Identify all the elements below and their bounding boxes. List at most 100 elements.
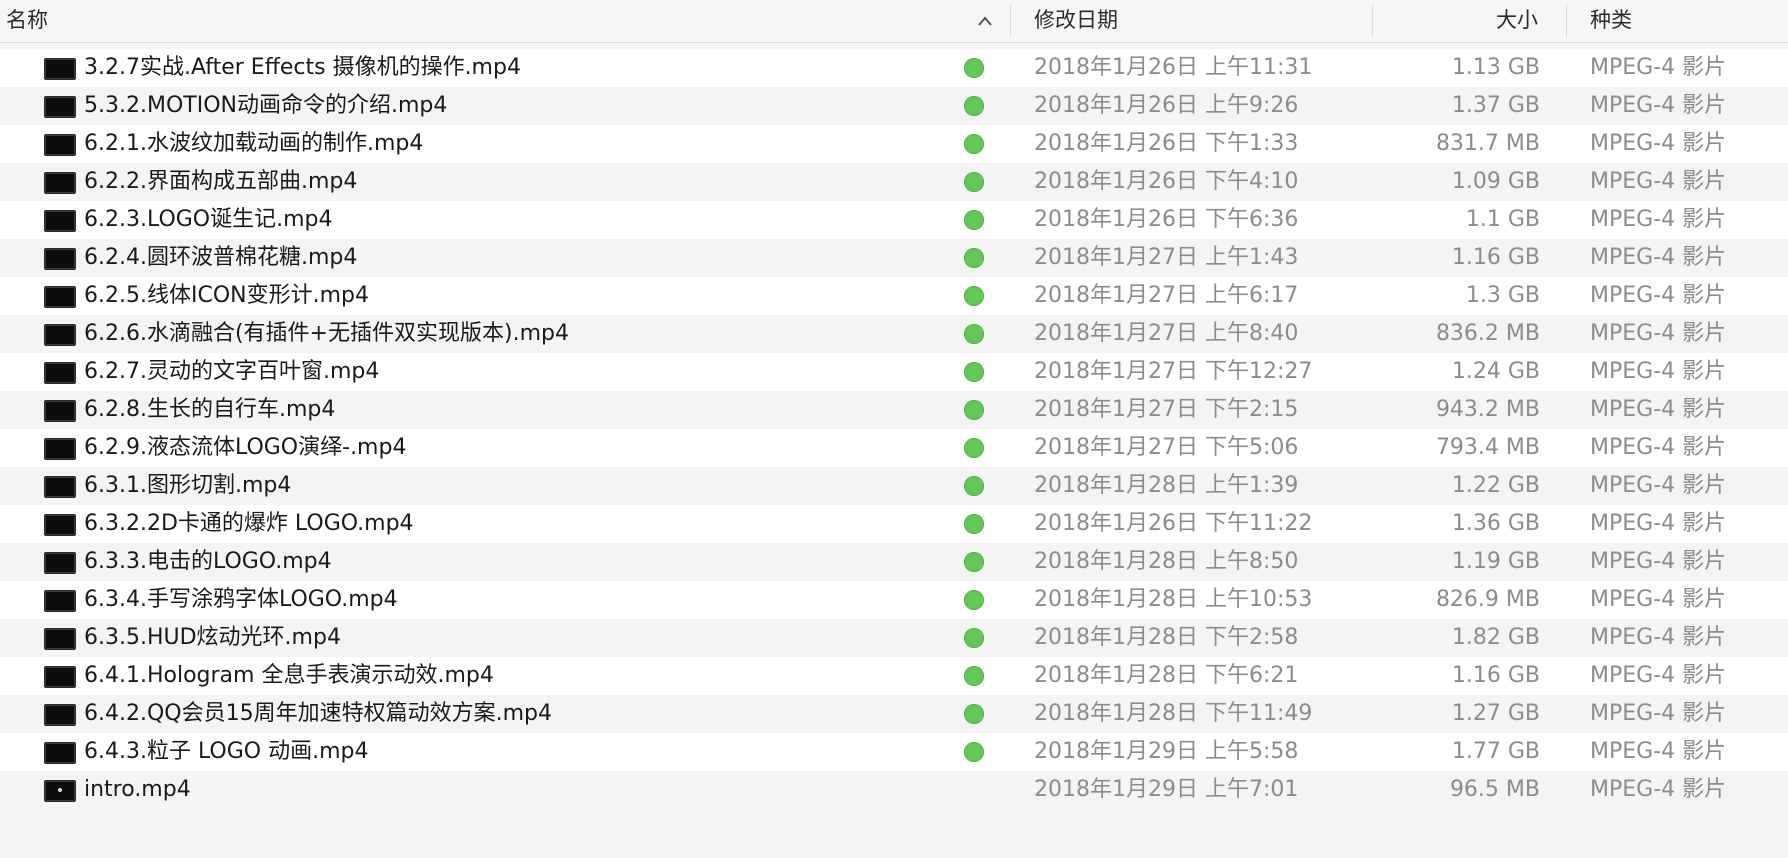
video-file-icon[interactable] xyxy=(44,96,76,118)
green-tag-icon xyxy=(964,704,984,724)
file-date: 2018年1月26日 下午4:10 xyxy=(1034,169,1299,194)
video-file-icon[interactable] xyxy=(44,780,76,802)
green-tag-icon xyxy=(964,58,984,78)
file-row[interactable]: 6.2.9.液态流体LOGO演绎-.mp4 2018年1月27日 下午5:06 79… xyxy=(0,429,1788,467)
green-tag-icon xyxy=(964,324,984,344)
column-separator[interactable] xyxy=(1372,4,1373,38)
video-file-icon[interactable] xyxy=(44,58,76,80)
file-name[interactable]: 6.2.3.LOGO诞生记.mp4 xyxy=(84,201,333,239)
file-row[interactable]: 6.3.2.2D卡通的爆炸 LOGO.mp4 2018年1月26日 下午11:22… xyxy=(0,505,1788,543)
file-kind: MPEG-4 影片 xyxy=(1590,207,1727,232)
green-tag-icon xyxy=(964,210,984,230)
file-size: 1.27 GB xyxy=(1451,701,1540,726)
column-header-name[interactable]: 名称 xyxy=(6,0,48,42)
file-row[interactable]: 6.2.2.界面构成五部曲.mp4 2018年1月26日 下午4:10 1.09 G… xyxy=(0,163,1788,201)
video-file-icon[interactable] xyxy=(44,476,76,498)
file-name[interactable]: intro.mp4 xyxy=(84,771,191,809)
file-row[interactable]: 6.2.8.生长的自行车.mp4 2018年1月27日 下午2:15 943.2 M… xyxy=(0,391,1788,429)
column-header-date[interactable]: 修改日期 xyxy=(1034,0,1118,42)
video-file-icon[interactable] xyxy=(44,324,76,346)
file-name[interactable]: 6.4.1.Hologram 全息手表演示动效.mp4 xyxy=(84,657,494,695)
video-file-icon[interactable] xyxy=(44,286,76,308)
file-date: 2018年1月27日 上午6:17 xyxy=(1034,283,1299,308)
file-row[interactable]: intro.mp4 2018年1月29日 上午7:01 96.5 MB MPEG-4 … xyxy=(0,771,1788,809)
file-name[interactable]: 6.2.9.液态流体LOGO演绎-.mp4 xyxy=(84,429,406,467)
file-name[interactable]: 3.2.7实战.After Effects 摄像机的操作.mp4 xyxy=(84,49,521,87)
file-name[interactable]: 6.2.6.水滴融合(有插件+无插件双实现版本).mp4 xyxy=(84,315,569,353)
chevron-up-icon[interactable] xyxy=(976,13,994,29)
file-name[interactable]: 6.3.1.图形切割.mp4 xyxy=(84,467,291,505)
video-file-icon[interactable] xyxy=(44,742,76,764)
file-date: 2018年1月27日 下午5:06 xyxy=(1034,435,1299,460)
video-file-icon[interactable] xyxy=(44,514,76,536)
file-name[interactable]: 6.2.5.线体ICON变形计.mp4 xyxy=(84,277,369,315)
file-date: 2018年1月28日 下午2:58 xyxy=(1034,625,1299,650)
file-row[interactable]: 6.2.1.水波纹加载动画的制作.mp4 2018年1月26日 下午1:33 831… xyxy=(0,125,1788,163)
file-row[interactable]: 6.2.5.线体ICON变形计.mp4 2018年1月27日 上午6:17 1.3 … xyxy=(0,277,1788,315)
file-size: 826.9 MB xyxy=(1435,587,1540,612)
file-date: 2018年1月27日 下午12:27 xyxy=(1034,359,1313,384)
file-name[interactable]: 6.2.8.生长的自行车.mp4 xyxy=(84,391,335,429)
file-size: 831.7 MB xyxy=(1435,131,1540,156)
file-kind: MPEG-4 影片 xyxy=(1590,169,1727,194)
video-file-icon[interactable] xyxy=(44,210,76,232)
video-file-icon[interactable] xyxy=(44,400,76,422)
video-file-icon[interactable] xyxy=(44,134,76,156)
column-separator[interactable] xyxy=(1566,4,1567,38)
file-name[interactable]: 6.2.2.界面构成五部曲.mp4 xyxy=(84,163,357,201)
file-row[interactable]: 6.3.1.图形切割.mp4 2018年1月28日 上午1:39 1.22 GB MP… xyxy=(0,467,1788,505)
video-file-icon[interactable] xyxy=(44,362,76,384)
file-name[interactable]: 6.3.2.2D卡通的爆炸 LOGO.mp4 xyxy=(84,505,414,543)
video-file-icon[interactable] xyxy=(44,704,76,726)
file-name[interactable]: 5.3.2.MOTION动画命令的介绍.mp4 xyxy=(84,87,447,125)
file-name[interactable]: 6.2.1.水波纹加载动画的制作.mp4 xyxy=(84,125,423,163)
file-row[interactable]: 6.3.3.电击的LOGO.mp4 2018年1月28日 上午8:50 1.19 G… xyxy=(0,543,1788,581)
video-file-icon[interactable] xyxy=(44,628,76,650)
file-size: 1.22 GB xyxy=(1451,473,1540,498)
file-list: 3.2.7实战.After Effects 摄像机的操作.mp4 2018年1月2… xyxy=(0,49,1788,809)
video-file-icon[interactable] xyxy=(44,666,76,688)
column-header-size[interactable]: 大小 xyxy=(1496,0,1538,42)
file-name[interactable]: 6.3.4.手写涂鸦字体LOGO.mp4 xyxy=(84,581,398,619)
column-header-kind[interactable]: 种类 xyxy=(1590,0,1632,42)
green-tag-icon xyxy=(964,666,984,686)
file-name[interactable]: 6.2.7.灵动的文字百叶窗.mp4 xyxy=(84,353,379,391)
video-file-icon[interactable] xyxy=(44,438,76,460)
file-date: 2018年1月28日 上午8:50 xyxy=(1034,549,1299,574)
file-row[interactable]: 3.2.7实战.After Effects 摄像机的操作.mp4 2018年1月2… xyxy=(0,49,1788,87)
file-name[interactable]: 6.3.3.电击的LOGO.mp4 xyxy=(84,543,332,581)
finder-list-view: 名称 修改日期 大小 种类 3.2.7实战.After Effects 摄像机的… xyxy=(0,0,1788,858)
green-tag-icon xyxy=(964,286,984,306)
file-date: 2018年1月26日 下午11:22 xyxy=(1034,511,1313,536)
file-name[interactable]: 6.4.2.QQ会员15周年加速特权篇动效方案.mp4 xyxy=(84,695,552,733)
file-row[interactable]: 6.4.2.QQ会员15周年加速特权篇动效方案.mp4 2018年1月28日 下午… xyxy=(0,695,1788,733)
file-row[interactable]: 6.2.7.灵动的文字百叶窗.mp4 2018年1月27日 下午12:27 1.24… xyxy=(0,353,1788,391)
file-row[interactable]: 6.2.3.LOGO诞生记.mp4 2018年1月26日 下午6:36 1.1 GB… xyxy=(0,201,1788,239)
green-tag-icon xyxy=(964,514,984,534)
file-kind: MPEG-4 影片 xyxy=(1590,625,1727,650)
file-name[interactable]: 6.2.4.圆环波普棉花糖.mp4 xyxy=(84,239,357,277)
file-kind: MPEG-4 影片 xyxy=(1590,663,1727,688)
video-file-icon[interactable] xyxy=(44,590,76,612)
column-separator[interactable] xyxy=(1010,4,1011,38)
file-size: 1.82 GB xyxy=(1451,625,1540,650)
file-row[interactable]: 5.3.2.MOTION动画命令的介绍.mp4 2018年1月26日 上午9:26… xyxy=(0,87,1788,125)
file-row[interactable]: 6.2.4.圆环波普棉花糖.mp4 2018年1月27日 上午1:43 1.16 G… xyxy=(0,239,1788,277)
file-row[interactable]: 6.2.6.水滴融合(有插件+无插件双实现版本).mp4 2018年1月27日 上… xyxy=(0,315,1788,353)
green-tag-icon xyxy=(964,438,984,458)
file-size: 1.09 GB xyxy=(1451,169,1540,194)
file-kind: MPEG-4 影片 xyxy=(1590,359,1727,384)
file-row[interactable]: 6.4.3.粒子 LOGO 动画.mp4 2018年1月29日 上午5:58 1.7… xyxy=(0,733,1788,771)
file-name[interactable]: 6.4.3.粒子 LOGO 动画.mp4 xyxy=(84,733,369,771)
file-name[interactable]: 6.3.5.HUD炫动光环.mp4 xyxy=(84,619,341,657)
file-size: 1.16 GB xyxy=(1451,663,1540,688)
file-kind: MPEG-4 影片 xyxy=(1590,131,1727,156)
file-kind: MPEG-4 影片 xyxy=(1590,587,1727,612)
video-file-icon[interactable] xyxy=(44,552,76,574)
video-file-icon[interactable] xyxy=(44,248,76,270)
file-row[interactable]: 6.3.5.HUD炫动光环.mp4 2018年1月28日 下午2:58 1.82 G… xyxy=(0,619,1788,657)
file-kind: MPEG-4 影片 xyxy=(1590,511,1727,536)
video-file-icon[interactable] xyxy=(44,172,76,194)
file-row[interactable]: 6.4.1.Hologram 全息手表演示动效.mp4 2018年1月28日 下午… xyxy=(0,657,1788,695)
file-row[interactable]: 6.3.4.手写涂鸦字体LOGO.mp4 2018年1月28日 上午10:53 82… xyxy=(0,581,1788,619)
